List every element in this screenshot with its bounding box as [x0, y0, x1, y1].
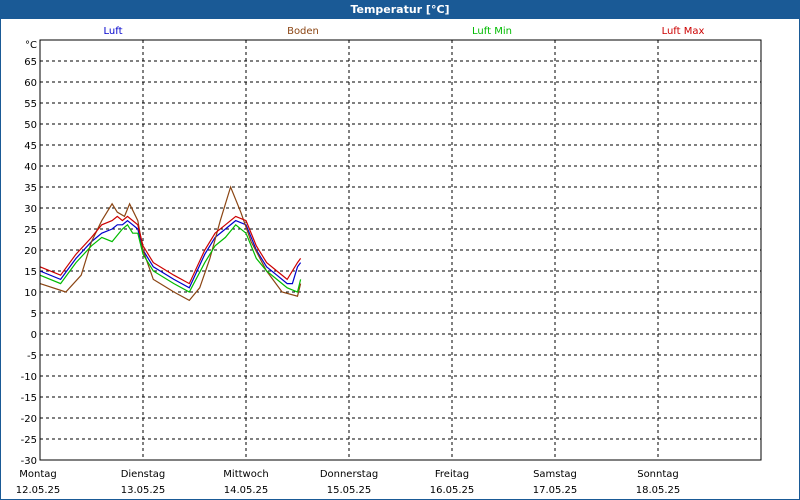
x-tick-day: Samstag — [533, 469, 577, 480]
temperature-chart: Luft Boden Luft Min Luft Max 65605550454035… — [16, 26, 762, 496]
y-tick-label: -5 — [27, 351, 37, 362]
y-tick-label: 40 — [24, 162, 37, 173]
y-tick-label: 15 — [24, 267, 37, 278]
y-tick-label: -25 — [21, 435, 37, 446]
y-tick-label: 20 — [24, 246, 37, 257]
y-tick-label: 45 — [24, 141, 37, 152]
y-tick-label: 35 — [24, 183, 37, 194]
y-tick-label: 50 — [24, 120, 37, 131]
x-tick-day: Donnerstag — [320, 469, 378, 480]
y-tick-label: -20 — [21, 414, 37, 425]
series-line — [39, 185, 302, 302]
x-tick-date: 14.05.25 — [224, 485, 269, 496]
x-tick-date: 15.05.25 — [327, 485, 372, 496]
x-tick-day: Dienstag — [121, 469, 166, 480]
y-axis-unit: °C — [25, 40, 37, 51]
x-tick-day: Montag — [19, 469, 56, 480]
legend-entry: Boden — [287, 26, 319, 37]
y-tick-label: 60 — [24, 78, 37, 89]
x-tick-date: 16.05.25 — [430, 485, 475, 496]
y-tick-label: 30 — [24, 204, 37, 215]
x-tick-day: Freitag — [435, 469, 469, 480]
x-tick-date: 18.05.25 — [636, 485, 681, 496]
x-tick-date: 13.05.25 — [121, 485, 166, 496]
legend-entry: Luft Min — [472, 26, 512, 37]
x-tick-date: 17.05.25 — [533, 485, 578, 496]
y-tick-label: 25 — [24, 225, 37, 236]
y-tick-label: -30 — [21, 456, 37, 467]
x-tick-day: Sonntag — [637, 469, 679, 480]
y-tick-label: -10 — [21, 372, 37, 383]
x-tick-date: 12.05.25 — [16, 485, 61, 496]
legend-entry: Luft — [104, 26, 123, 37]
y-tick-label: 10 — [24, 288, 37, 299]
x-tick-day: Mittwoch — [223, 469, 268, 480]
y-tick-label: 0 — [31, 330, 37, 341]
y-tick-label: 55 — [24, 99, 37, 110]
y-tick-label: 65 — [24, 57, 37, 68]
legend-entry: Luft Max — [662, 26, 705, 37]
series-line — [39, 215, 302, 285]
y-tick-label: -15 — [21, 393, 37, 404]
y-tick-label: 5 — [31, 309, 37, 320]
